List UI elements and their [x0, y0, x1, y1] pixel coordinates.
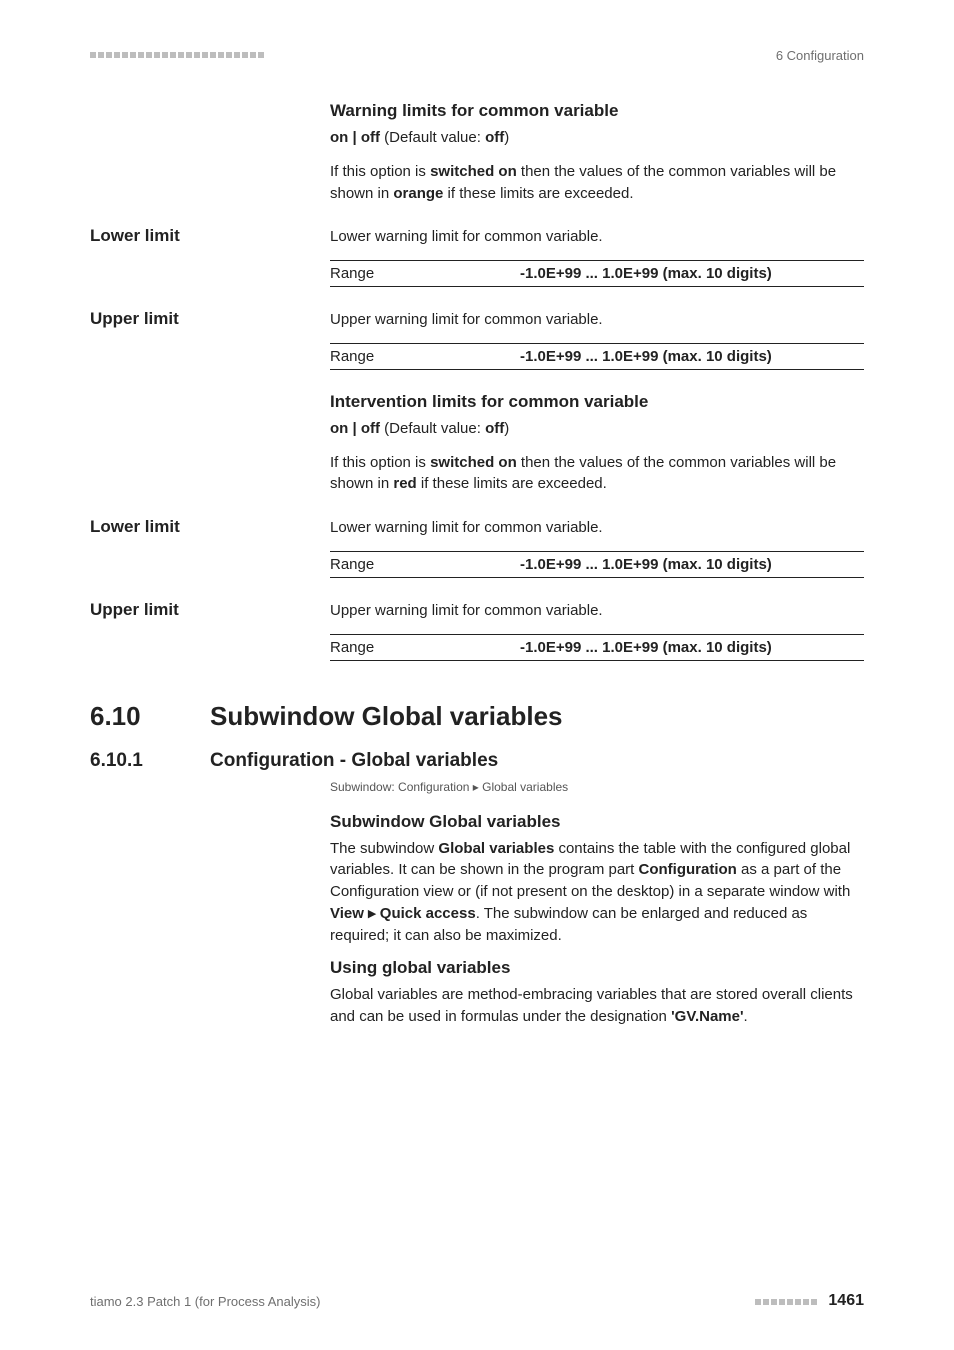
lower-limit-range-row-2: Range -1.0E+99 ... 1.0E+99 (max. 10 digi…: [330, 551, 864, 578]
warning-limits-desc: If this option is switched on then the v…: [330, 161, 864, 205]
intervention-limits-desc: If this option is switched on then the v…: [330, 452, 864, 496]
range-label: Range: [330, 348, 520, 365]
warning-limits-default: on | off (Default value: off): [330, 127, 864, 149]
upper-limit-label-2: Upper limit: [90, 600, 310, 620]
upper-limit-range-row-2: Range -1.0E+99 ... 1.0E+99 (max. 10 digi…: [330, 634, 864, 661]
gv-subwindow-desc: The subwindow Global variables contains …: [330, 838, 864, 947]
range-label: Range: [330, 265, 520, 282]
page-number: 1461: [828, 1292, 864, 1309]
upper-limit-desc-2: Upper warning limit for common variable.: [330, 600, 864, 622]
range-label: Range: [330, 556, 520, 573]
footer-product: tiamo 2.3 Patch 1 (for Process Analysis): [90, 1294, 320, 1309]
range-value: -1.0E+99 ... 1.0E+99 (max. 10 digits): [520, 348, 772, 365]
lower-limit-label-1: Lower limit: [90, 226, 310, 246]
range-value: -1.0E+99 ... 1.0E+99 (max. 10 digits): [520, 265, 772, 282]
gv-subwindow-heading: Subwindow Global variables: [330, 812, 864, 832]
range-value: -1.0E+99 ... 1.0E+99 (max. 10 digits): [520, 639, 772, 656]
warning-limits-heading: Warning limits for common variable: [330, 101, 864, 121]
lower-limit-label-2: Lower limit: [90, 517, 310, 537]
upper-limit-desc-1: Upper warning limit for common variable.: [330, 309, 864, 331]
intervention-limits-default: on | off (Default value: off): [330, 418, 864, 440]
section-heading: 6.10Subwindow Global variables: [90, 701, 864, 732]
breadcrumb: Subwindow: Configuration ▸ Global variab…: [330, 780, 864, 794]
footer-decor-blocks: [755, 1299, 817, 1305]
header-chapter: 6 Configuration: [776, 48, 864, 63]
lower-limit-range-row-1: Range -1.0E+99 ... 1.0E+99 (max. 10 digi…: [330, 260, 864, 287]
range-value: -1.0E+99 ... 1.0E+99 (max. 10 digits): [520, 556, 772, 573]
upper-limit-range-row-1: Range -1.0E+99 ... 1.0E+99 (max. 10 digi…: [330, 343, 864, 370]
gv-using-heading: Using global variables: [330, 958, 864, 978]
range-label: Range: [330, 639, 520, 656]
header-decor-blocks: [90, 52, 264, 58]
lower-limit-desc-2: Lower warning limit for common variable.: [330, 517, 864, 539]
lower-limit-desc-1: Lower warning limit for common variable.: [330, 226, 864, 248]
upper-limit-label-1: Upper limit: [90, 309, 310, 329]
footer-page-wrap: 1461: [755, 1292, 864, 1310]
gv-using-desc: Global variables are method-embracing va…: [330, 984, 864, 1028]
intervention-limits-heading: Intervention limits for common variable: [330, 392, 864, 412]
subsection-heading: 6.10.1Configuration - Global variables: [90, 750, 864, 772]
